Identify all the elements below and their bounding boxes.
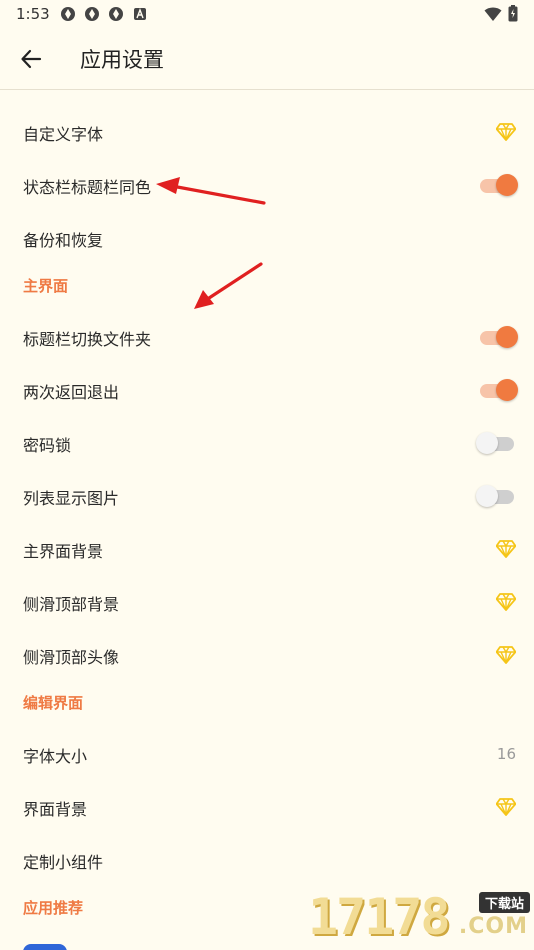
settings-row[interactable]: 密码锁 <box>0 417 534 470</box>
watermark-site: 下载站 <box>478 892 530 913</box>
toggle-switch[interactable] <box>478 171 518 199</box>
premium-badge <box>496 793 516 821</box>
settings-row-label: 侧滑顶部头像 <box>23 648 120 667</box>
diamond-icon <box>496 540 516 558</box>
watermark-number: 17178 <box>308 888 451 946</box>
switch-thumb <box>496 326 518 348</box>
premium-badge <box>496 641 516 669</box>
notification-a-icon <box>134 8 146 20</box>
back-button[interactable] <box>14 42 48 76</box>
settings-row[interactable]: 定制小组件 <box>0 834 534 887</box>
settings-row-label: 密码锁 <box>23 436 72 455</box>
settings-row[interactable]: 字体大小 16 <box>0 728 534 781</box>
settings-row-label: 状态栏标题栏同色 <box>23 178 152 197</box>
settings-row-trailing: 16 <box>497 740 516 768</box>
switch-thumb <box>476 485 498 507</box>
diamond-icon <box>496 646 516 664</box>
premium-badge <box>496 535 516 563</box>
toggle-switch-off[interactable] <box>476 482 516 510</box>
settings-row-label: 备份和恢复 <box>23 231 104 250</box>
diamond-icon <box>496 798 516 816</box>
settings-screen: 1:53 应用设置 自定义字体状态栏标题栏同色 备份和恢复主界面标题栏切换文件夹两… <box>0 0 534 950</box>
switch-thumb <box>496 174 518 196</box>
toggle-switch-on[interactable] <box>478 171 518 199</box>
settings-list: 自定义字体状态栏标题栏同色 备份和恢复主界面标题栏切换文件夹 两次返回退出 密码锁列表… <box>0 106 534 933</box>
settings-row-label: 主界面背景 <box>23 542 104 561</box>
settings-row[interactable]: 两次返回退出 <box>0 364 534 417</box>
section-header-label: 编辑界面 <box>23 694 84 712</box>
settings-row[interactable]: 状态栏标题栏同色 <box>0 159 534 212</box>
toggle-switch[interactable] <box>476 429 516 457</box>
premium-badge <box>496 588 516 616</box>
toggle-switch-off[interactable] <box>476 429 516 457</box>
settings-row[interactable]: 备份和恢复 <box>0 212 534 265</box>
settings-row-label: 定制小组件 <box>23 853 104 872</box>
settings-row-value: 16 <box>496 745 516 763</box>
notification-app-icon <box>109 7 123 21</box>
section-header-label: 应用推荐 <box>23 899 84 917</box>
settings-row-label: 字体大小 <box>23 747 88 766</box>
status-time: 1:53 <box>16 5 50 23</box>
settings-row-label: 侧滑顶部背景 <box>23 595 120 614</box>
toggle-switch-on[interactable] <box>478 323 518 351</box>
settings-row-label: 界面背景 <box>23 800 88 819</box>
toggle-switch[interactable] <box>476 482 516 510</box>
settings-row[interactable]: 列表显示图片 <box>0 470 534 523</box>
settings-row[interactable]: 界面背景 <box>0 781 534 834</box>
status-bar: 1:53 <box>0 0 534 28</box>
watermark-domain: .COM <box>458 914 528 939</box>
diamond-icon <box>496 593 516 611</box>
settings-row[interactable]: 自定义字体 <box>0 106 534 159</box>
section-header: 主界面 <box>0 265 534 311</box>
premium-badge <box>496 118 516 146</box>
wifi-icon <box>484 7 502 21</box>
page-title: 应用设置 <box>80 48 164 72</box>
battery-icon <box>508 5 518 22</box>
site-watermark: 17178 下载站 .COM <box>304 886 534 950</box>
settings-row-label: 两次返回退出 <box>23 383 120 402</box>
app-bar: 应用设置 <box>0 28 534 90</box>
section-header: 编辑界面 <box>0 682 534 728</box>
notification-app-icon <box>85 7 99 21</box>
settings-row[interactable]: 标题栏切换文件夹 <box>0 311 534 364</box>
diamond-icon <box>496 123 516 141</box>
app-recommend-icon[interactable] <box>23 944 67 950</box>
settings-row[interactable]: 主界面背景 <box>0 523 534 576</box>
back-arrow-icon <box>21 49 42 69</box>
notification-app-icon <box>61 7 75 21</box>
switch-thumb <box>496 379 518 401</box>
settings-row-label: 列表显示图片 <box>23 489 120 508</box>
settings-row[interactable]: 侧滑顶部背景 <box>0 576 534 629</box>
status-notification-icons <box>60 6 148 22</box>
status-system-icons <box>484 5 518 22</box>
settings-row[interactable]: 侧滑顶部头像 <box>0 629 534 682</box>
toggle-switch[interactable] <box>478 376 518 404</box>
switch-thumb <box>476 432 498 454</box>
settings-row-label: 标题栏切换文件夹 <box>23 330 152 349</box>
settings-row-label: 自定义字体 <box>23 125 104 144</box>
toggle-switch[interactable] <box>478 323 518 351</box>
section-header-label: 主界面 <box>23 277 69 295</box>
toggle-switch-on[interactable] <box>478 376 518 404</box>
